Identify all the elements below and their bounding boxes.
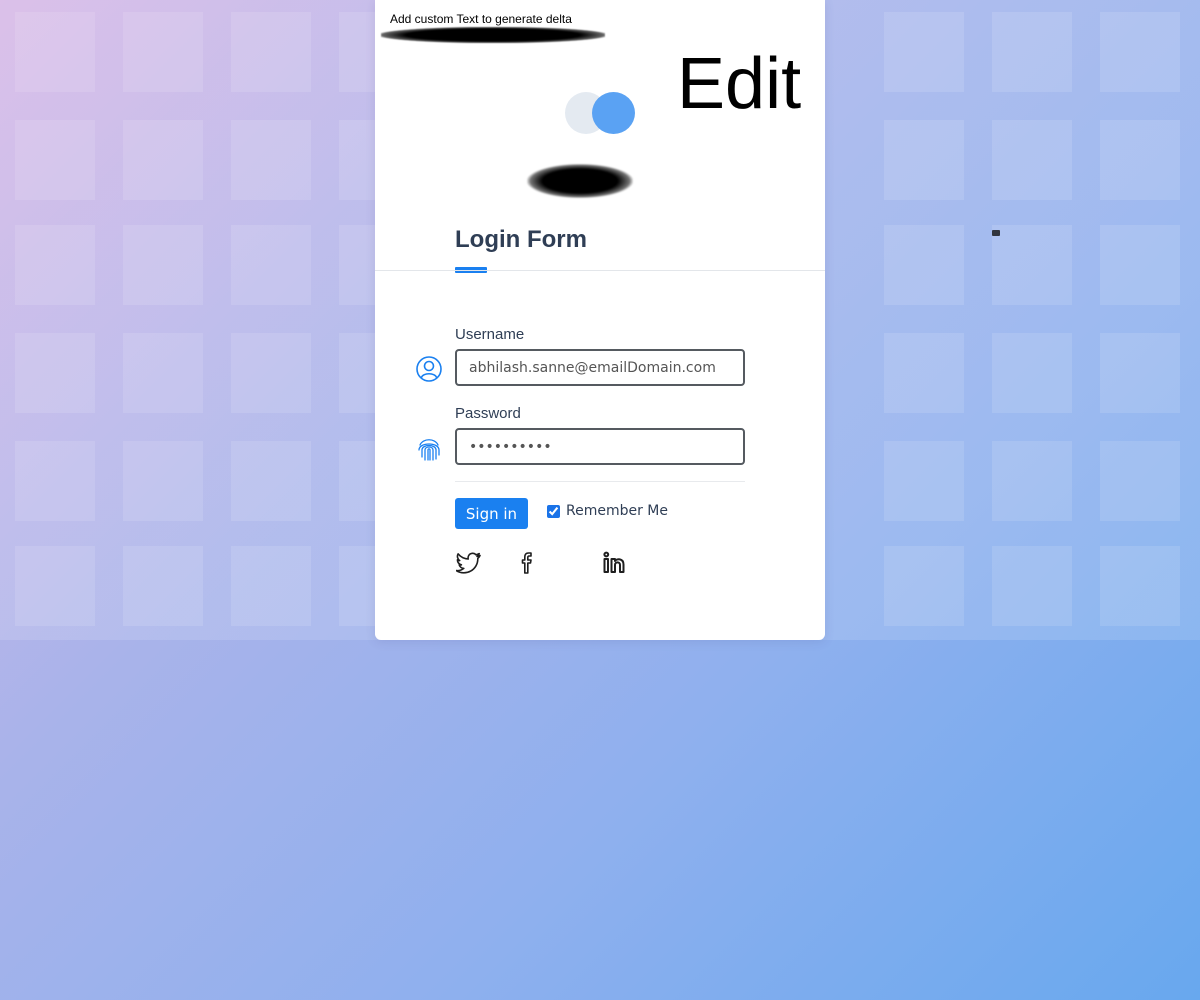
- background-tile: [1100, 225, 1180, 305]
- login-card: Add custom Text to generate delta Edit L…: [375, 0, 825, 640]
- background-tile: [123, 333, 203, 413]
- background-tile: [231, 120, 311, 200]
- remember-me[interactable]: Remember Me: [547, 503, 668, 519]
- background-tile: [1100, 120, 1180, 200]
- page-title: Login Form: [455, 226, 587, 253]
- background-tile: [231, 441, 311, 521]
- background-tile: [15, 546, 95, 626]
- divider: [455, 481, 745, 482]
- background-tile: [15, 120, 95, 200]
- background-tile: [123, 225, 203, 305]
- twitter-icon[interactable]: [456, 550, 482, 576]
- background-tile: [884, 120, 964, 200]
- remember-me-checkbox[interactable]: [547, 504, 560, 518]
- background-tile: [884, 12, 964, 92]
- background-tile: [1100, 333, 1180, 413]
- remember-me-label: Remember Me: [566, 503, 668, 519]
- background-tile: [123, 12, 203, 92]
- background-tile: [1100, 546, 1180, 626]
- redacted-scribble: [381, 27, 605, 43]
- username-label: Username: [455, 326, 525, 343]
- background-tile: [123, 120, 203, 200]
- background-tile: [1100, 12, 1180, 92]
- background-tile: [123, 546, 203, 626]
- background-tile: [992, 120, 1072, 200]
- background-tile: [992, 12, 1072, 92]
- background-tile: [231, 333, 311, 413]
- username-input[interactable]: [455, 349, 745, 386]
- background-tile: [992, 333, 1072, 413]
- password-input[interactable]: [455, 428, 745, 465]
- background-tile: [231, 225, 311, 305]
- background-tile: [992, 225, 1072, 305]
- background-tile: [884, 546, 964, 626]
- redacted-scribble: [527, 164, 633, 198]
- background-tile: [884, 333, 964, 413]
- divider: [375, 270, 825, 271]
- facebook-icon[interactable]: [515, 550, 541, 576]
- custom-text: Add custom Text to generate delta: [390, 12, 572, 26]
- sign-in-button[interactable]: Sign in: [455, 498, 528, 529]
- background-tile: [123, 441, 203, 521]
- background-tile: [15, 225, 95, 305]
- background-tile: [992, 546, 1072, 626]
- background-tile: [231, 12, 311, 92]
- logo-circle-front: [592, 92, 635, 134]
- password-label: Password: [455, 405, 521, 422]
- background-tile: [884, 441, 964, 521]
- background-tile: [1100, 441, 1180, 521]
- background-mark: [992, 230, 1000, 236]
- edit-label[interactable]: Edit: [677, 48, 801, 120]
- background-tile: [15, 12, 95, 92]
- background-tile: [15, 441, 95, 521]
- user-circle-icon: [416, 356, 442, 382]
- fingerprint-icon: [418, 439, 440, 461]
- background-tile: [231, 546, 311, 626]
- background-tile: [15, 333, 95, 413]
- background-tile: [884, 225, 964, 305]
- linkedin-icon[interactable]: [602, 550, 628, 576]
- background-tile: [992, 441, 1072, 521]
